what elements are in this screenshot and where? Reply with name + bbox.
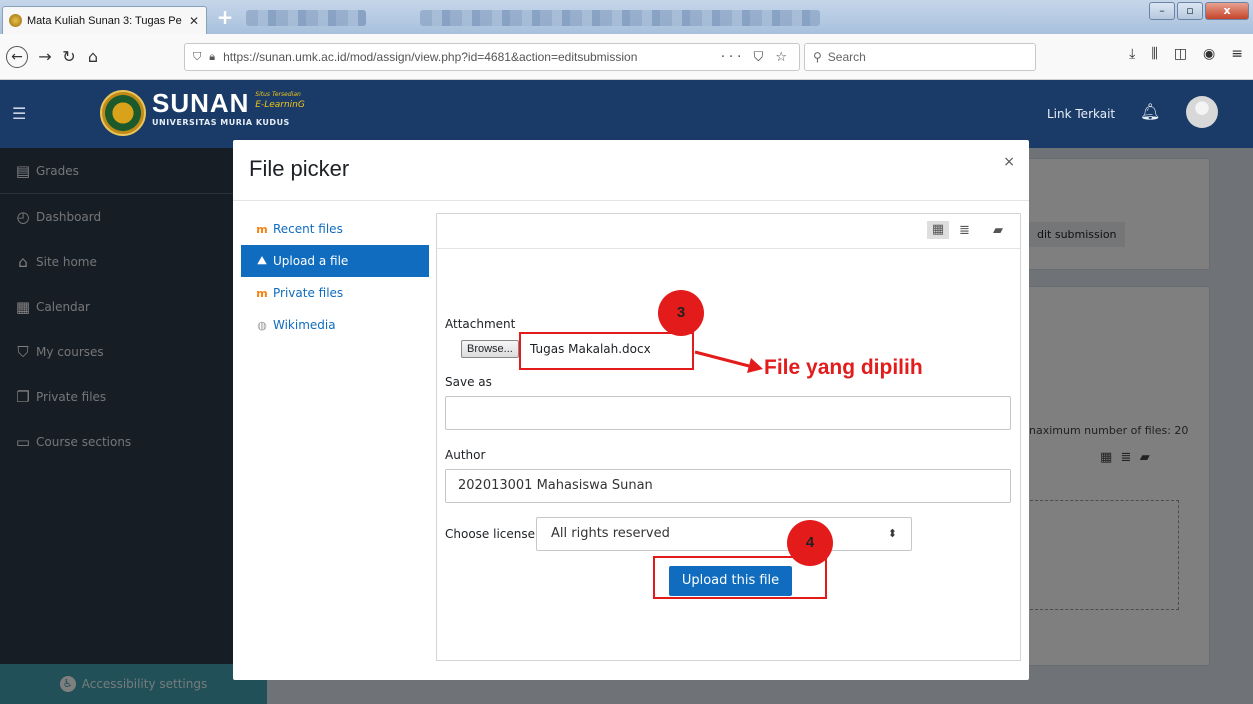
license-select[interactable]: All rights reserved ⬍ bbox=[536, 517, 912, 551]
dialog-divider bbox=[233, 200, 1029, 201]
license-value: All rights reserved bbox=[551, 526, 670, 541]
wikimedia-icon: ◍ bbox=[257, 318, 267, 332]
extension-icon[interactable]: ◉ bbox=[1203, 46, 1215, 62]
search-bar[interactable]: ⚲ Search bbox=[804, 43, 1036, 71]
select-caret-icon: ⬍ bbox=[887, 527, 897, 540]
close-icon[interactable]: × bbox=[1003, 154, 1015, 170]
maximize-button[interactable]: ▫ bbox=[1177, 2, 1203, 20]
browser-titlebar: Mata Kuliah Sunan 3: Tugas Pe ✕ + – ▫ x bbox=[0, 0, 1253, 34]
sidebar-toggle-icon[interactable]: ◫ bbox=[1174, 46, 1187, 62]
search-icon: ⚲ bbox=[813, 50, 822, 64]
user-avatar[interactable] bbox=[1186, 96, 1218, 128]
library-icon[interactable]: ⫼ bbox=[1151, 46, 1157, 62]
browser-tab-active[interactable]: Mata Kuliah Sunan 3: Tugas Pe ✕ bbox=[2, 6, 207, 34]
dialog-title: File picker bbox=[249, 156, 350, 181]
menu-icon[interactable]: ≡ bbox=[1231, 46, 1243, 62]
logo-tagline: Situs Tersedian E-LearninG bbox=[255, 91, 305, 110]
download-icon[interactable]: ⤓ bbox=[1129, 46, 1135, 62]
site-favicon-icon bbox=[9, 14, 22, 27]
close-window-button[interactable]: x bbox=[1205, 2, 1249, 20]
list-view-icon[interactable]: ≣ bbox=[959, 223, 970, 238]
blurred-tab[interactable] bbox=[246, 10, 366, 26]
site-header: ☰ SUNAN Situs Tersedian E-LearninG UNIVER… bbox=[0, 80, 1253, 148]
repo-recent-files[interactable]: m Recent files bbox=[241, 213, 429, 245]
lock-icon[interactable]: 🔒︎ bbox=[209, 50, 215, 64]
tab-title: Mata Kuliah Sunan 3: Tugas Pe bbox=[27, 14, 182, 27]
callout-text: File yang dipilih bbox=[764, 356, 923, 379]
reload-icon[interactable]: ↻ bbox=[58, 46, 80, 68]
file-picker-dialog: File picker × m Recent files ⛰ Upload a fi… bbox=[233, 140, 1029, 680]
step-badge-3: 3 bbox=[658, 290, 704, 336]
step-badge-4: 4 bbox=[787, 520, 833, 566]
repository-list: m Recent files ⛰ Upload a file m Private fi… bbox=[241, 213, 429, 341]
save-as-input[interactable] bbox=[445, 396, 1011, 430]
url-text[interactable]: https://sunan.umk.ac.id/mod/assign/view.… bbox=[223, 50, 713, 64]
browse-button[interactable]: Browse... bbox=[461, 340, 519, 358]
moodle-icon: m bbox=[256, 286, 268, 300]
save-as-label: Save as bbox=[445, 375, 492, 389]
repo-wikimedia[interactable]: ◍ Wikimedia bbox=[241, 309, 429, 341]
link-terkait-menu[interactable]: Link Terkait bbox=[1047, 107, 1115, 121]
home-icon[interactable]: ⌂ bbox=[82, 46, 104, 68]
page-actions-icon[interactable]: ··· ⛉ ☆ bbox=[721, 50, 791, 65]
hamburger-menu-icon[interactable]: ☰ bbox=[12, 104, 26, 123]
tab-close-icon[interactable]: ✕ bbox=[188, 14, 200, 28]
upload-icon: ⛰ bbox=[257, 254, 267, 267]
new-tab-button[interactable]: + bbox=[215, 7, 235, 28]
browser-navbar: ← → ↻ ⌂ ⛉ 🔒︎ https://sunan.umk.ac.id/mod… bbox=[0, 34, 1253, 80]
logo-subtitle: UNIVERSITAS MURIA KUDUS bbox=[152, 118, 290, 127]
attachment-label: Attachment bbox=[445, 317, 516, 331]
repo-private-files[interactable]: m Private files bbox=[241, 277, 429, 309]
shield-icon[interactable]: ⛉ bbox=[193, 50, 201, 64]
logo-title: SUNAN bbox=[152, 88, 250, 118]
search-placeholder: Search bbox=[827, 50, 866, 64]
view-toolbar: ▦ ≣ ▰ bbox=[437, 214, 1020, 249]
site-logo[interactable]: SUNAN Situs Tersedian E-LearninG UNIVERSI… bbox=[152, 90, 305, 127]
callout-arrow-icon bbox=[694, 350, 763, 373]
tree-view-icon[interactable]: ▰ bbox=[993, 223, 1003, 238]
repo-upload-a-file[interactable]: ⛰ Upload a file bbox=[241, 245, 429, 277]
highlight-box-file bbox=[519, 332, 694, 370]
window-controls: – ▫ x bbox=[1149, 2, 1249, 20]
author-input[interactable]: 202013001 Mahasiswa Sunan bbox=[445, 469, 1011, 503]
blurred-tab[interactable] bbox=[420, 10, 820, 26]
forward-icon[interactable]: → bbox=[34, 46, 56, 68]
license-label: Choose license bbox=[445, 527, 536, 541]
moodle-icon: m bbox=[256, 222, 268, 236]
back-icon[interactable]: ← bbox=[6, 46, 28, 68]
address-bar[interactable]: ⛉ 🔒︎ https://sunan.umk.ac.id/mod/assign/… bbox=[184, 43, 800, 71]
minimize-button[interactable]: – bbox=[1149, 2, 1175, 20]
author-label: Author bbox=[445, 448, 486, 462]
university-seal-logo[interactable] bbox=[100, 90, 146, 136]
grid-view-icon[interactable]: ▦ bbox=[927, 221, 949, 239]
notification-bell-icon[interactable]: 🔔︎ bbox=[1140, 102, 1160, 121]
browser-toolbar-icons: ⤓ ⫼ ◫ ◉ ≡ bbox=[1129, 46, 1243, 62]
